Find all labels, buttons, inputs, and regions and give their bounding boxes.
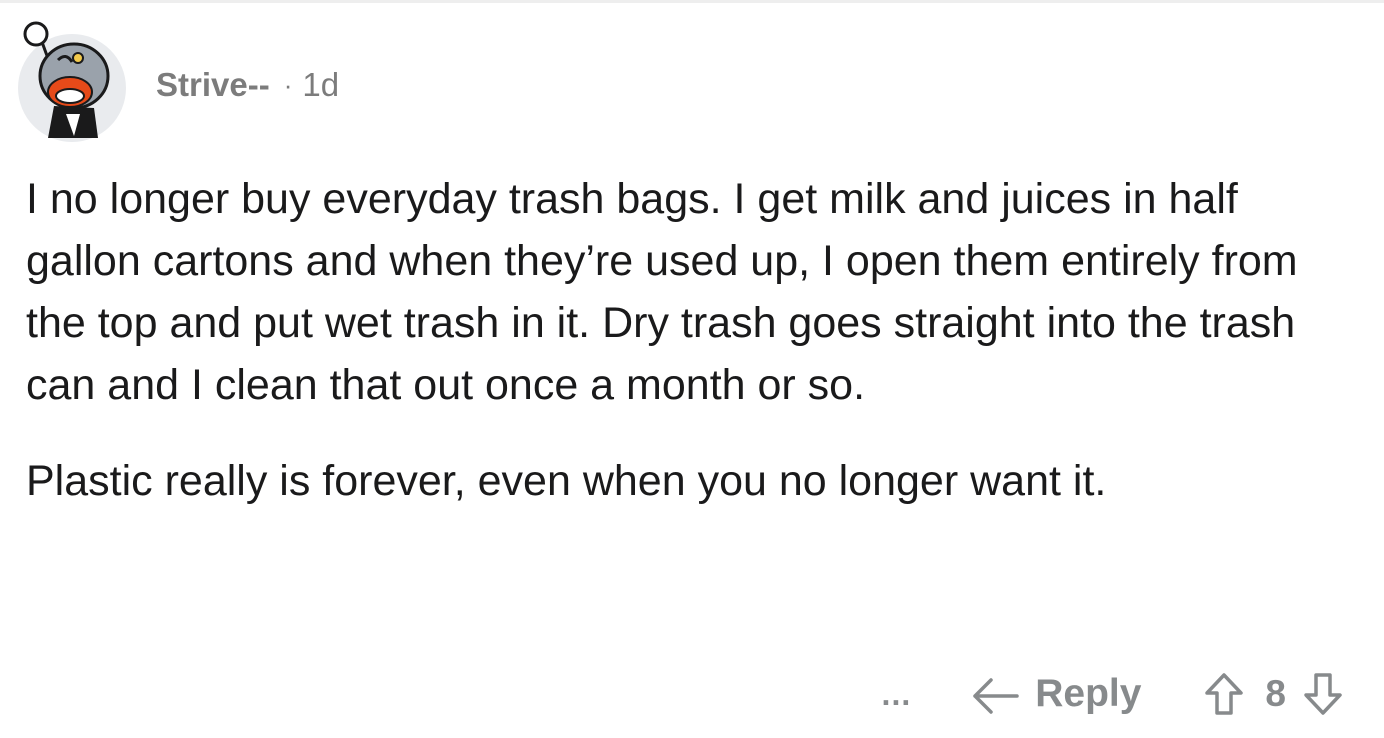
- reply-label: Reply: [1035, 672, 1142, 715]
- comment-paragraph: Plastic really is forever, even when you…: [26, 457, 1107, 505]
- reply-arrow-icon: [969, 672, 1023, 716]
- downvote-arrow-icon[interactable]: [1302, 671, 1344, 717]
- comment-age: 1d: [302, 66, 340, 103]
- snoo-avatar-icon: [18, 21, 126, 142]
- comment-meta: Strive-- · 1d: [156, 66, 339, 104]
- more-options-button[interactable]: ...: [882, 676, 912, 713]
- comment-paragraph: I no longer buy everyday trash bags. I g…: [26, 175, 1298, 409]
- vote-controls: 8: [1203, 671, 1344, 717]
- author-link[interactable]: Strive--: [156, 66, 270, 104]
- upvote-arrow-icon[interactable]: [1203, 671, 1245, 717]
- user-avatar[interactable]: [14, 14, 130, 142]
- comment-actions: ... Reply 8: [882, 662, 1344, 726]
- reply-button[interactable]: Reply: [969, 672, 1141, 716]
- top-divider: [0, 0, 1384, 3]
- meta-separator: ·: [283, 69, 293, 100]
- comment-body: I no longer buy everyday trash bags. I g…: [26, 168, 1336, 512]
- vote-count: 8: [1265, 673, 1286, 714]
